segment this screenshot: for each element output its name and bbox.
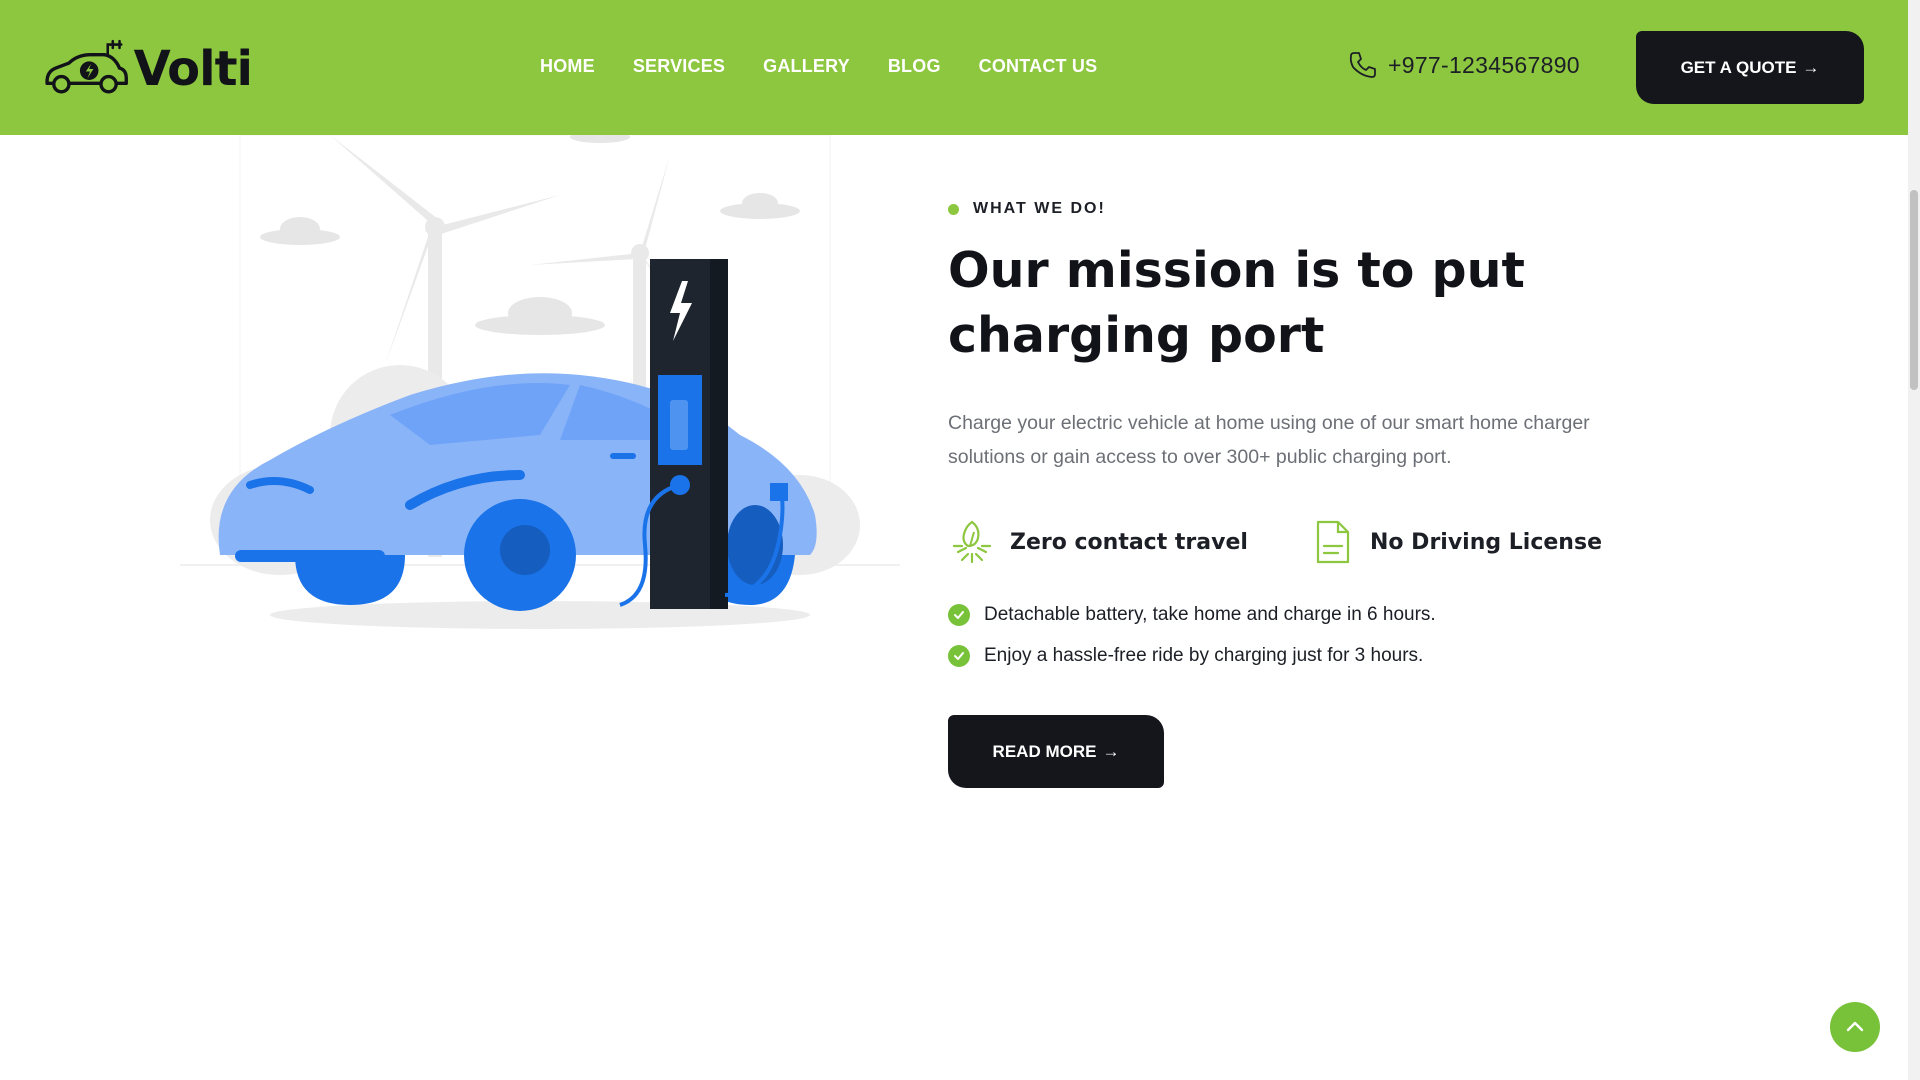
list-item-text: Detachable battery, take home and charge… [984, 604, 1436, 625]
get-a-quote-button[interactable]: GET A QUOTE → [1636, 31, 1864, 104]
phone-number: +977-1234567890 [1388, 51, 1580, 78]
logo[interactable]: Volti [42, 34, 253, 104]
nav-blog[interactable]: BLOG [888, 56, 941, 77]
arrow-right-icon: → [1802, 57, 1820, 77]
phone-contact[interactable]: +977-1234567890 [1348, 50, 1580, 80]
check-circle-icon [948, 645, 970, 667]
nav-home[interactable]: HOME [540, 56, 595, 77]
nav-gallery[interactable]: GALLERY [763, 56, 850, 77]
read-more-button[interactable]: READ MORE → [948, 715, 1164, 788]
feature-item: Zero contact travel [948, 518, 1308, 566]
ev-car-logo-icon [45, 39, 128, 94]
feature-label: No Driving License [1370, 529, 1602, 555]
nav-contact-us[interactable]: CONTACT US [979, 56, 1098, 77]
site-header: Volti HOME SERVICES GALLERY BLOG CONTACT… [0, 0, 1908, 135]
section-heading: Our mission is to put charging port [948, 242, 1525, 364]
scrollbar-thumb[interactable] [1910, 190, 1918, 390]
dot-icon [948, 203, 959, 215]
section-description: Charge your electric vehicle at home usi… [948, 412, 1590, 468]
arrow-right-icon: → [1102, 741, 1120, 761]
back-to-top-button[interactable] [1830, 1002, 1880, 1052]
nav-services[interactable]: SERVICES [633, 56, 725, 77]
ev-charging-illustration [180, 135, 900, 629]
eyebrow-text: WHAT WE DO! [973, 200, 1106, 217]
read-more-label: READ MORE [992, 741, 1097, 761]
section-eyebrow: WHAT WE DO! [948, 200, 1668, 218]
document-icon [1316, 520, 1350, 564]
logo-text: Volti [133, 41, 253, 97]
page-scrollbar[interactable] [1908, 0, 1920, 1080]
feature-list: Zero contact travel No Driving License [948, 518, 1668, 566]
check-circle-icon [948, 604, 970, 626]
phone-icon [1349, 52, 1376, 78]
list-item-text: Enjoy a hassle-free ride by charging jus… [984, 645, 1424, 666]
main-nav: HOME SERVICES GALLERY BLOG CONTACT US [540, 56, 1097, 77]
feature-label: Zero contact travel [1010, 529, 1248, 555]
benefit-checklist: Detachable battery, take home and charge… [948, 604, 1668, 667]
get-a-quote-label: GET A QUOTE [1680, 57, 1797, 77]
about-section: WHAT WE DO! Our mission is to put chargi… [948, 200, 1668, 788]
eco-leaf-icon [952, 520, 992, 564]
feature-item: No Driving License [1308, 518, 1668, 566]
list-item: Enjoy a hassle-free ride by charging jus… [948, 645, 1668, 667]
list-item: Detachable battery, take home and charge… [948, 604, 1668, 626]
chevron-up-icon [1846, 1021, 1864, 1032]
